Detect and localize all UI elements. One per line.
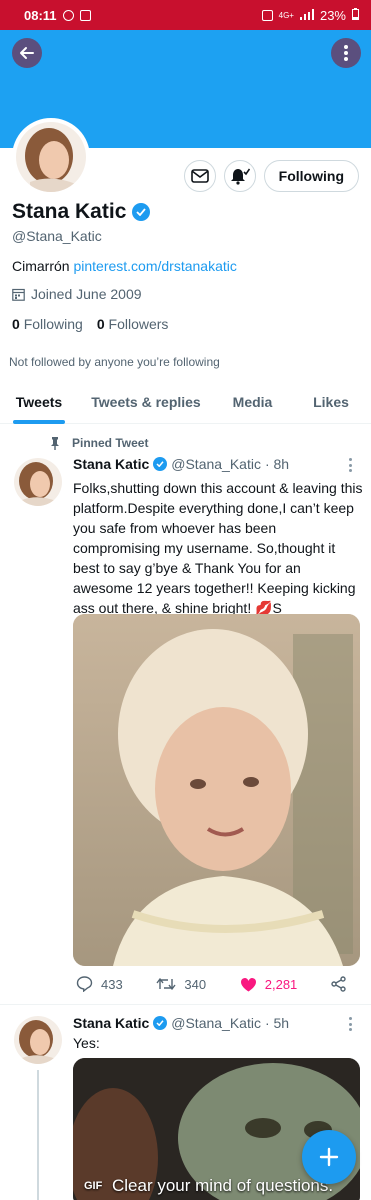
- tweet-actions: 433 340 2,281: [76, 976, 346, 992]
- avatar-image: [16, 122, 86, 192]
- retweet-button[interactable]: 340: [156, 977, 206, 992]
- retweet-count: 340: [184, 976, 207, 992]
- notification-icon: [62, 9, 74, 21]
- like-count: 2,281: [264, 976, 298, 992]
- tweet-menu-button[interactable]: [343, 458, 357, 472]
- profile-tabs: Tweets Tweets & replies Media Likes: [0, 380, 371, 424]
- calendar-icon: [12, 288, 25, 301]
- tab-label: Tweets: [15, 394, 63, 410]
- like-button[interactable]: 2,281: [240, 976, 298, 992]
- tweet-text: Yes:: [73, 1035, 100, 1051]
- tab-media[interactable]: Media: [214, 380, 291, 424]
- tweet-divider: [0, 1004, 371, 1005]
- tweet-author-handle: @Stana_Katic: [171, 456, 261, 472]
- tweet-avatar[interactable]: [14, 458, 62, 506]
- pinned-indicator: Pinned Tweet: [50, 436, 148, 450]
- reply-button[interactable]: 433: [76, 976, 123, 992]
- message-button[interactable]: [183, 160, 216, 192]
- more-options-button[interactable]: [331, 38, 361, 68]
- notifications-button[interactable]: [223, 160, 256, 192]
- tweet-author-name[interactable]: Stana Katic: [73, 1015, 149, 1031]
- gif-badge: GIF: [84, 1180, 103, 1192]
- tab-tweets-replies[interactable]: Tweets & replies: [78, 380, 214, 424]
- tweet-author-name[interactable]: Stana Katic: [73, 456, 149, 472]
- tab-label: Likes: [313, 394, 349, 410]
- retweet-icon: [156, 977, 176, 991]
- share-icon: [331, 976, 346, 992]
- joined-text: Joined June 2009: [31, 286, 142, 302]
- reply-count: 433: [101, 976, 123, 992]
- heart-icon: [240, 977, 256, 991]
- tweet-author-handle: @Stana_Katic: [171, 1015, 261, 1031]
- profile-name: Stana Katic: [12, 200, 151, 224]
- share-button[interactable]: [331, 976, 346, 992]
- followers-count-link[interactable]: 0 Followers: [97, 316, 169, 332]
- verified-icon: [153, 457, 168, 471]
- follow-counts: 0 Following 0 Followers: [12, 316, 168, 332]
- compose-tweet-button[interactable]: [302, 1130, 356, 1184]
- profile-avatar[interactable]: [12, 118, 90, 196]
- tweet-time: · 8h: [264, 456, 290, 472]
- verified-icon: [153, 1016, 168, 1030]
- tweet-header: Stana Katic @Stana_Katic · 5h: [73, 1015, 289, 1031]
- reply-icon: [76, 976, 93, 992]
- image-icon: [79, 9, 91, 21]
- bio-text: Cimarrón: [12, 258, 70, 274]
- alarm-icon: [261, 9, 273, 21]
- tweet-text: Folks,shutting down this account & leavi…: [73, 480, 363, 616]
- profile-actions: Following: [183, 160, 359, 192]
- tweet-photo-image: [73, 614, 360, 966]
- mail-icon: [190, 169, 209, 183]
- profile-bio: Cimarrón pinterest.com/drstanakatic: [12, 258, 237, 274]
- status-bar: 08:11 4G+ 23%: [0, 0, 371, 30]
- tweet-menu-button[interactable]: [343, 1017, 357, 1031]
- verified-icon: [132, 203, 151, 221]
- back-arrow-icon: [20, 47, 34, 59]
- battery-icon: [352, 7, 359, 23]
- battery-percent: 23%: [319, 7, 346, 23]
- network-label: 4G+: [278, 10, 294, 20]
- followers-count: 0: [96, 316, 105, 332]
- tab-label: Media: [232, 394, 273, 410]
- tab-likes[interactable]: Likes: [291, 380, 371, 424]
- tab-label: Tweets & replies: [91, 394, 201, 410]
- followers-you-know: Not followed by anyone you’re following: [9, 355, 220, 369]
- bell-icon: [230, 168, 250, 185]
- back-button[interactable]: [12, 38, 42, 68]
- following-count: 0: [12, 316, 20, 332]
- status-time: 08:11: [24, 7, 57, 23]
- tweet-header: Stana Katic @Stana_Katic · 8h: [73, 456, 289, 472]
- profile-handle: @Stana_Katic: [12, 228, 102, 244]
- pin-icon: [51, 436, 59, 450]
- tweet-body: Folks,shutting down this account & leavi…: [73, 478, 363, 618]
- pinned-label: Pinned Tweet: [72, 436, 149, 450]
- tab-tweets[interactable]: Tweets: [0, 380, 78, 424]
- joined-date: Joined June 2009: [12, 286, 142, 302]
- following-count-link[interactable]: 0 Following: [12, 316, 83, 332]
- tweet-avatar[interactable]: [14, 1016, 62, 1064]
- bio-link[interactable]: pinterest.com/drstanakatic: [73, 258, 236, 274]
- tweet-time: · 5h: [264, 1015, 290, 1031]
- compose-plus-icon: [319, 1147, 339, 1167]
- avatar-image: [14, 458, 62, 506]
- following-button[interactable]: Following: [263, 160, 359, 192]
- thread-line: [37, 1070, 39, 1200]
- gif-caption: Clear your mind of questions.: [112, 1176, 334, 1195]
- signal-icon: [299, 8, 314, 23]
- more-vertical-icon: [344, 45, 348, 61]
- tweet-photo[interactable]: [73, 614, 360, 966]
- avatar-image: [14, 1016, 62, 1064]
- followers-label: Followers: [108, 316, 169, 332]
- profile-display-name: Stana Katic: [12, 200, 127, 223]
- following-label: Following: [23, 316, 83, 332]
